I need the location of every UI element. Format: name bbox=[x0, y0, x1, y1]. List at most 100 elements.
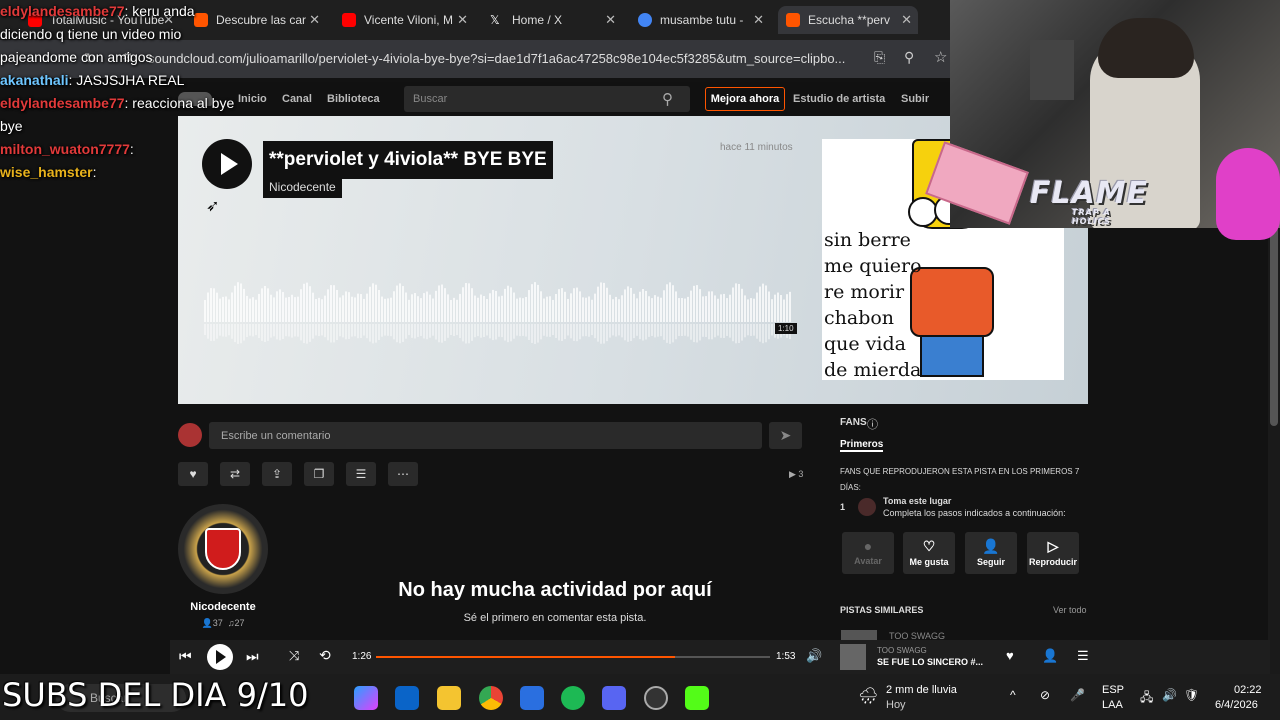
spotify-icon[interactable] bbox=[561, 686, 585, 710]
step-play-button[interactable]: ▷ Reproducir bbox=[1027, 532, 1079, 574]
waveform-bar bbox=[228, 299, 230, 322]
nav-library[interactable]: Biblioteca bbox=[327, 93, 380, 105]
previous-button[interactable]: ⏮ bbox=[179, 648, 192, 665]
bookmark-icon[interactable]: ☆ bbox=[934, 48, 947, 66]
waveform-reflection bbox=[534, 324, 536, 344]
repeat-button[interactable]: ⟲ bbox=[319, 647, 331, 664]
copilot-icon[interactable] bbox=[354, 686, 378, 710]
now-playing-title[interactable]: SE FUE LO SINCERO #... bbox=[877, 657, 983, 667]
store-icon[interactable] bbox=[520, 686, 544, 710]
waveform-reflection bbox=[483, 324, 485, 337]
volume-icon[interactable]: 🔊 bbox=[1162, 688, 1177, 702]
share-button[interactable]: ⇪ bbox=[262, 462, 292, 486]
chat-text: : bbox=[92, 164, 97, 180]
uploader-avatar[interactable] bbox=[178, 504, 268, 594]
volume-button[interactable]: 🔊 bbox=[806, 648, 822, 664]
waveform-reflection bbox=[558, 324, 560, 341]
discord-icon[interactable] bbox=[602, 686, 626, 710]
step-like-button[interactable]: ♡ Me gusta bbox=[903, 532, 955, 574]
search-icon[interactable]: ⚲ bbox=[662, 90, 673, 108]
waveform-bar bbox=[459, 293, 461, 322]
waveform-bar bbox=[663, 290, 665, 322]
network-icon[interactable]: 🖧 bbox=[1140, 688, 1153, 709]
upgrade-button[interactable]: Mejora ahora bbox=[705, 87, 785, 111]
weather-text[interactable]: 2 mm de lluvia bbox=[886, 684, 957, 696]
waveform[interactable] bbox=[204, 282, 794, 352]
close-icon[interactable]: ✕ bbox=[457, 12, 468, 28]
waveform-reflection bbox=[528, 324, 530, 340]
waveform-reflection bbox=[621, 324, 623, 338]
clock-date[interactable]: 6/4/2026 bbox=[1215, 699, 1258, 711]
send-comment-button[interactable]: ➤ bbox=[769, 422, 802, 449]
now-playing-artist[interactable]: TOO SWAGG bbox=[877, 646, 927, 655]
nav-artist-studio[interactable]: Estudio de artista bbox=[793, 93, 885, 105]
close-icon[interactable]: ✕ bbox=[753, 12, 764, 28]
repost-button[interactable]: ⇄ bbox=[220, 462, 250, 486]
chrome-icon[interactable] bbox=[479, 686, 503, 710]
waveform-reflection bbox=[447, 324, 449, 338]
see-all-link[interactable]: Ver todo bbox=[1053, 605, 1087, 615]
weather-icon[interactable]: 🌧 bbox=[858, 686, 878, 706]
kick-icon[interactable] bbox=[685, 686, 709, 710]
comment-input[interactable]: Escribe un comentario bbox=[209, 422, 762, 449]
queue-button[interactable]: ☰ bbox=[1077, 648, 1089, 664]
info-icon[interactable]: ⓘ bbox=[867, 416, 878, 432]
browser-tab[interactable]: Vicente Viloni, M ✕ bbox=[334, 6, 474, 34]
waveform-reflection bbox=[285, 324, 287, 337]
waveform-bar bbox=[672, 285, 674, 322]
waveform-reflection bbox=[564, 324, 566, 340]
browser-tab[interactable]: musambe tutu - ✕ bbox=[630, 6, 770, 34]
player-play-button[interactable] bbox=[207, 644, 233, 670]
waveform-bar bbox=[369, 286, 371, 322]
add-to-playlist-button[interactable]: ☰ bbox=[346, 462, 376, 486]
waveform-reflection bbox=[378, 324, 380, 340]
fans-description: FANS QUE REPRODUJERON ESTA PISTA EN LOS … bbox=[840, 467, 1080, 492]
next-button[interactable]: ⏭ bbox=[246, 648, 259, 665]
similar-track-thumb[interactable] bbox=[841, 630, 877, 640]
waveform-reflection bbox=[582, 324, 584, 337]
nav-upload[interactable]: Subir bbox=[901, 93, 929, 105]
like-button[interactable]: ♥ bbox=[178, 462, 208, 486]
browser-tab[interactable]: 𝕏 Home / X ✕ bbox=[482, 6, 622, 34]
waveform-bar bbox=[771, 299, 773, 322]
waveform-reflection bbox=[435, 324, 437, 340]
obs-icon[interactable] bbox=[644, 686, 668, 710]
player-like-button[interactable]: ♥ bbox=[1006, 648, 1014, 663]
clock-time[interactable]: 02:22 bbox=[1234, 684, 1262, 696]
waveform-bar bbox=[705, 296, 707, 322]
tab-first[interactable]: Primeros bbox=[840, 439, 884, 452]
microphone-icon[interactable]: 🎤 bbox=[1070, 688, 1085, 702]
copy-link-button[interactable]: ❐ bbox=[304, 462, 334, 486]
browser-tab-active[interactable]: Escucha **perv ✕ bbox=[778, 6, 918, 34]
close-icon[interactable]: ✕ bbox=[309, 12, 320, 28]
waveform-reflection bbox=[423, 324, 425, 339]
uploader-name[interactable]: Nicodecente bbox=[178, 601, 268, 613]
more-button[interactable]: ⋯ bbox=[388, 462, 418, 486]
battery-icon[interactable]: 🛡 bbox=[1184, 688, 1199, 702]
outlook-icon[interactable] bbox=[395, 686, 419, 710]
waveform-reflection bbox=[222, 324, 224, 337]
tray-app-icon[interactable]: ⊘ bbox=[1040, 688, 1050, 702]
step-follow-button[interactable]: 👤 Seguir bbox=[965, 532, 1017, 574]
file-explorer-icon[interactable] bbox=[437, 686, 461, 710]
shuffle-button[interactable]: ⤨ bbox=[289, 648, 299, 664]
tray-expand-icon[interactable]: ^ bbox=[1010, 688, 1016, 702]
track-artist[interactable]: Nicodecente bbox=[263, 176, 342, 198]
language-code[interactable]: ESP bbox=[1102, 684, 1124, 696]
install-icon[interactable]: ⎘ bbox=[874, 49, 885, 66]
waveform-reflection bbox=[513, 324, 515, 339]
total-time: 1:53 bbox=[776, 651, 796, 662]
now-playing-thumb[interactable] bbox=[840, 644, 866, 670]
waveform-bar bbox=[246, 295, 248, 322]
player-follow-button[interactable]: 👤 bbox=[1042, 648, 1058, 664]
search-input[interactable]: Buscar ⚲ bbox=[404, 86, 690, 112]
close-icon[interactable]: ✕ bbox=[901, 12, 912, 28]
waveform-bar bbox=[279, 289, 281, 322]
nav-feed[interactable]: Canal bbox=[282, 93, 312, 105]
waveform-bar bbox=[501, 295, 503, 322]
progress-bar[interactable] bbox=[376, 656, 770, 658]
waveform-reflection bbox=[312, 324, 314, 339]
zoom-icon[interactable]: ⚲ bbox=[904, 49, 914, 66]
close-icon[interactable]: ✕ bbox=[605, 12, 616, 28]
waveform-reflection bbox=[759, 324, 761, 342]
